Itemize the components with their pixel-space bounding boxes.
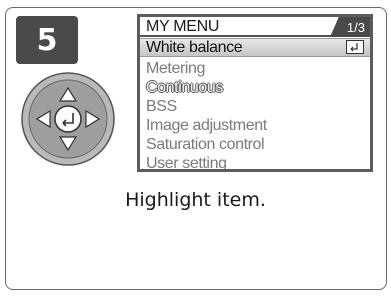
menu-item-label: Continuous <box>146 79 223 96</box>
menu-item-label: Image adjustment <box>146 117 267 134</box>
menu-item-label: User setting <box>146 155 227 172</box>
menu-item-white-balance[interactable]: White balance <box>140 38 370 57</box>
menu-item-label: BSS <box>146 98 177 115</box>
instruction-caption: Highlight item. <box>125 189 266 211</box>
enter-return-icon <box>346 40 364 54</box>
menu-item-label: Saturation control <box>146 136 265 153</box>
page-indicator: 1/3 <box>330 17 370 37</box>
camera-lcd-screen: MY MENU 1/3 White balance Metering Conti… <box>137 14 373 172</box>
menu-item-label: Metering <box>146 60 206 77</box>
menu-item-label: White balance <box>146 39 243 56</box>
multi-selector-dpad-icon <box>21 72 115 166</box>
menu-list: White balance Metering Continuous BSS Im… <box>140 38 370 172</box>
menu-title: MY MENU <box>146 18 220 35</box>
step-number-badge: 5 <box>16 16 78 64</box>
menu-item-user-setting[interactable]: User setting <box>140 154 370 172</box>
menu-header: MY MENU 1/3 <box>140 17 370 37</box>
menu-item-metering[interactable]: Metering <box>140 59 370 78</box>
menu-item-image-adjustment[interactable]: Image adjustment <box>140 116 370 135</box>
menu-item-continuous[interactable]: Continuous <box>140 78 370 97</box>
menu-item-bss[interactable]: BSS <box>140 97 370 116</box>
menu-item-saturation-control[interactable]: Saturation control <box>140 135 370 154</box>
